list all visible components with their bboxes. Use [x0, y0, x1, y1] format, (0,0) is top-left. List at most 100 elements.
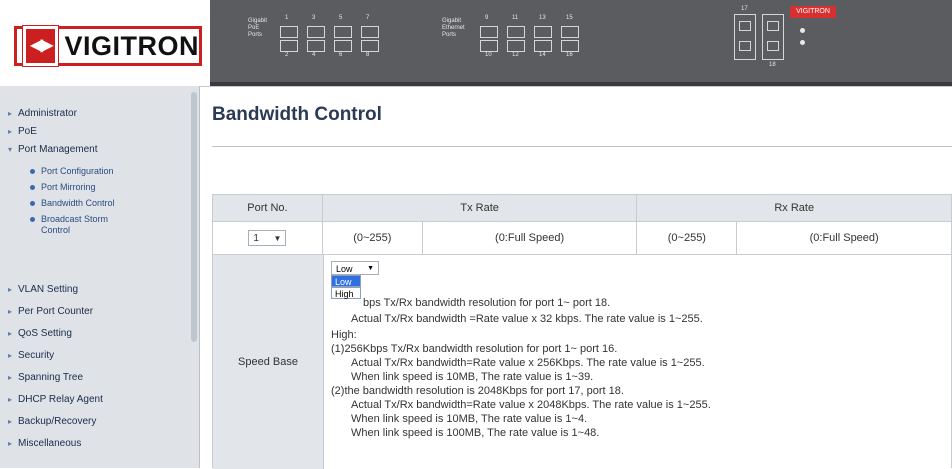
speed-option-low[interactable]: Low: [331, 275, 361, 287]
rx-note: (0:Full Speed): [736, 221, 952, 255]
ethernet-port-group: 9 10 11 12 13 14 15 16: [478, 15, 581, 58]
speed-desc-line: When link speed is 10MB, The rate value …: [351, 371, 594, 383]
bullet-icon: [30, 169, 35, 174]
port-number-label: 4: [312, 52, 316, 58]
sidebar-item-port-management[interactable]: ▾ Port Management: [0, 144, 190, 155]
header-tx-rate: Tx Rate: [321, 194, 638, 222]
rj45-port-icon[interactable]: 9 10: [478, 15, 500, 58]
speed-base-select[interactable]: Low ▼: [331, 261, 379, 275]
speed-base-label: Speed Base: [213, 255, 324, 469]
port-number-label: 5: [339, 15, 343, 21]
sidebar-item-qos[interactable]: ▸ QoS Setting: [0, 328, 190, 339]
page-title: Bandwidth Control: [212, 104, 382, 125]
speed-base-dropdown[interactable]: Low ▼ Low High: [331, 261, 379, 299]
speed-option-high[interactable]: High: [331, 287, 361, 299]
header-port-no: Port No.: [212, 194, 323, 222]
folder-open-icon: ▾: [7, 145, 12, 154]
sfp-label-bottom: 18: [769, 62, 776, 68]
port-number-label: 2: [285, 52, 289, 58]
header: ◀▶ VIGITRON Gigabit PoE Ports 12345678 G…: [0, 0, 952, 87]
panel-group2-label: Gigabit Ethernet Ports: [442, 18, 465, 38]
folder-icon: ▸: [7, 127, 12, 136]
tx-range: (0~255): [321, 221, 423, 255]
folder-icon: ▸: [7, 329, 12, 338]
port-number-label: 14: [539, 52, 546, 58]
folder-icon: ▸: [7, 417, 12, 426]
rj45-port-icon[interactable]: 15 16: [559, 15, 581, 58]
speed-desc-line: When link speed is 10MB, The rate value …: [351, 413, 588, 425]
poe-port-group: 12345678: [278, 15, 381, 58]
rj45-port-icon[interactable]: 11 12: [505, 15, 527, 58]
folder-icon: ▸: [7, 109, 12, 118]
port-number-label: 3: [312, 15, 316, 21]
panel-badge: VIGITRON: [790, 6, 836, 18]
sidebar-item-miscellaneous[interactable]: ▸ Miscellaneous: [0, 438, 190, 449]
port-number-label: 15: [566, 15, 573, 21]
sfp-port-18[interactable]: [762, 14, 784, 60]
speed-desc-line: When link speed is 100MB, The rate value…: [351, 427, 600, 439]
rj45-port-icon[interactable]: 78: [359, 15, 381, 58]
speed-desc-line: (1)256Kbps Tx/Rx bandwidth resolution fo…: [331, 343, 618, 355]
speed-desc-line: Actual Tx/Rx bandwidth=Rate value x 256K…: [351, 357, 705, 369]
vigitron-logo: ◀▶ VIGITRON: [14, 26, 202, 66]
sidebar-item-per-port-counter[interactable]: ▸ Per Port Counter: [0, 306, 190, 317]
sidebar-item-security[interactable]: ▸ Security: [0, 350, 190, 361]
folder-icon: ▸: [7, 285, 12, 294]
status-led-icon: [800, 40, 805, 45]
folder-icon: ▸: [7, 395, 12, 404]
port-number-label: 1: [285, 15, 289, 21]
sidebar-item-poe[interactable]: ▸ PoE: [0, 126, 190, 137]
table-row: 1 ▼ (0~255) (0:Full Speed) (0~255) (0:Ful…: [212, 221, 952, 255]
sfp-label-top: 17: [741, 6, 748, 12]
sidebar: ▸ Administrator ▸ PoE ▾ Port Management Por…: [0, 86, 200, 468]
port-number-label: 10: [485, 52, 492, 58]
sfp-port-17[interactable]: [734, 14, 756, 60]
power-led-icon: [800, 28, 805, 33]
rj45-port-icon[interactable]: 13 14: [532, 15, 554, 58]
bullet-icon: [30, 185, 35, 190]
sidebar-subitem-broadcast-storm[interactable]: Broadcast Storm Control: [0, 214, 150, 236]
bullet-icon: [30, 217, 35, 222]
sidebar-item-vlan[interactable]: ▸ VLAN Setting: [0, 284, 190, 295]
port-number-label: 16: [566, 52, 573, 58]
speed-desc-line: High:: [331, 329, 357, 341]
rj45-port-icon[interactable]: 34: [305, 15, 327, 58]
folder-icon: ▸: [7, 373, 12, 382]
port-number-label: 13: [539, 15, 546, 21]
sidebar-item-spanning-tree[interactable]: ▸ Spanning Tree: [0, 372, 190, 383]
panel-group1-label: Gigabit PoE Ports: [248, 18, 268, 38]
header-rx-rate: Rx Rate: [636, 194, 952, 222]
speed-base-row: Speed Base Low ▼ Low High bps Tx/Rx bandw…: [212, 254, 952, 469]
rj45-port-icon[interactable]: 56: [332, 15, 354, 58]
port-number-label: 11: [512, 15, 519, 21]
port-number-label: 7: [366, 15, 370, 21]
speed-desc-line: (2)the bandwidth resolution is 2048Kbps …: [331, 385, 624, 397]
port-cell: 1 ▼: [212, 221, 323, 255]
chevron-down-icon: ▼: [367, 265, 374, 272]
sidebar-item-dhcp-relay[interactable]: ▸ DHCP Relay Agent: [0, 394, 190, 405]
speed-desc-line: Actual Tx/Rx bandwidth =Rate value x 32 …: [351, 313, 703, 325]
sidebar-subitem-bandwidth-control[interactable]: Bandwidth Control: [0, 198, 190, 209]
port-number-label: 12: [512, 52, 519, 58]
table-header-row: Port No. Tx Rate Rx Rate: [212, 194, 952, 222]
port-select[interactable]: 1 ▼: [248, 230, 287, 246]
speed-desc-line: bps Tx/Rx bandwidth resolution for port …: [363, 297, 611, 309]
sidebar-item-administrator[interactable]: ▸ Administrator: [0, 108, 190, 119]
speed-desc-line: Actual Tx/Rx bandwidth=Rate value x 2048…: [351, 399, 711, 411]
bullet-icon: [30, 201, 35, 206]
rx-range: (0~255): [636, 221, 738, 255]
sidebar-scrollbar[interactable]: [191, 92, 197, 342]
sidebar-subitem-port-configuration[interactable]: Port Configuration: [0, 166, 190, 177]
folder-icon: ▸: [7, 351, 12, 360]
folder-icon: ▸: [7, 439, 12, 448]
brand-name: VIGITRON: [64, 30, 199, 61]
sidebar-subitem-port-mirroring[interactable]: Port Mirroring: [0, 182, 190, 193]
bandwidth-table: Port No. Tx Rate Rx Rate 1 ▼ (0~255) (0:F…: [212, 194, 952, 255]
sidebar-item-backup-recovery[interactable]: ▸ Backup/Recovery: [0, 416, 190, 427]
chevron-down-icon: ▼: [273, 234, 282, 243]
port-number-label: 6: [339, 52, 343, 58]
title-divider: [212, 146, 952, 147]
switch-front-panel: Gigabit PoE Ports 12345678 Gigabit Ether…: [210, 0, 952, 86]
rj45-port-icon[interactable]: 12: [278, 15, 300, 58]
port-number-label: 9: [485, 15, 489, 21]
